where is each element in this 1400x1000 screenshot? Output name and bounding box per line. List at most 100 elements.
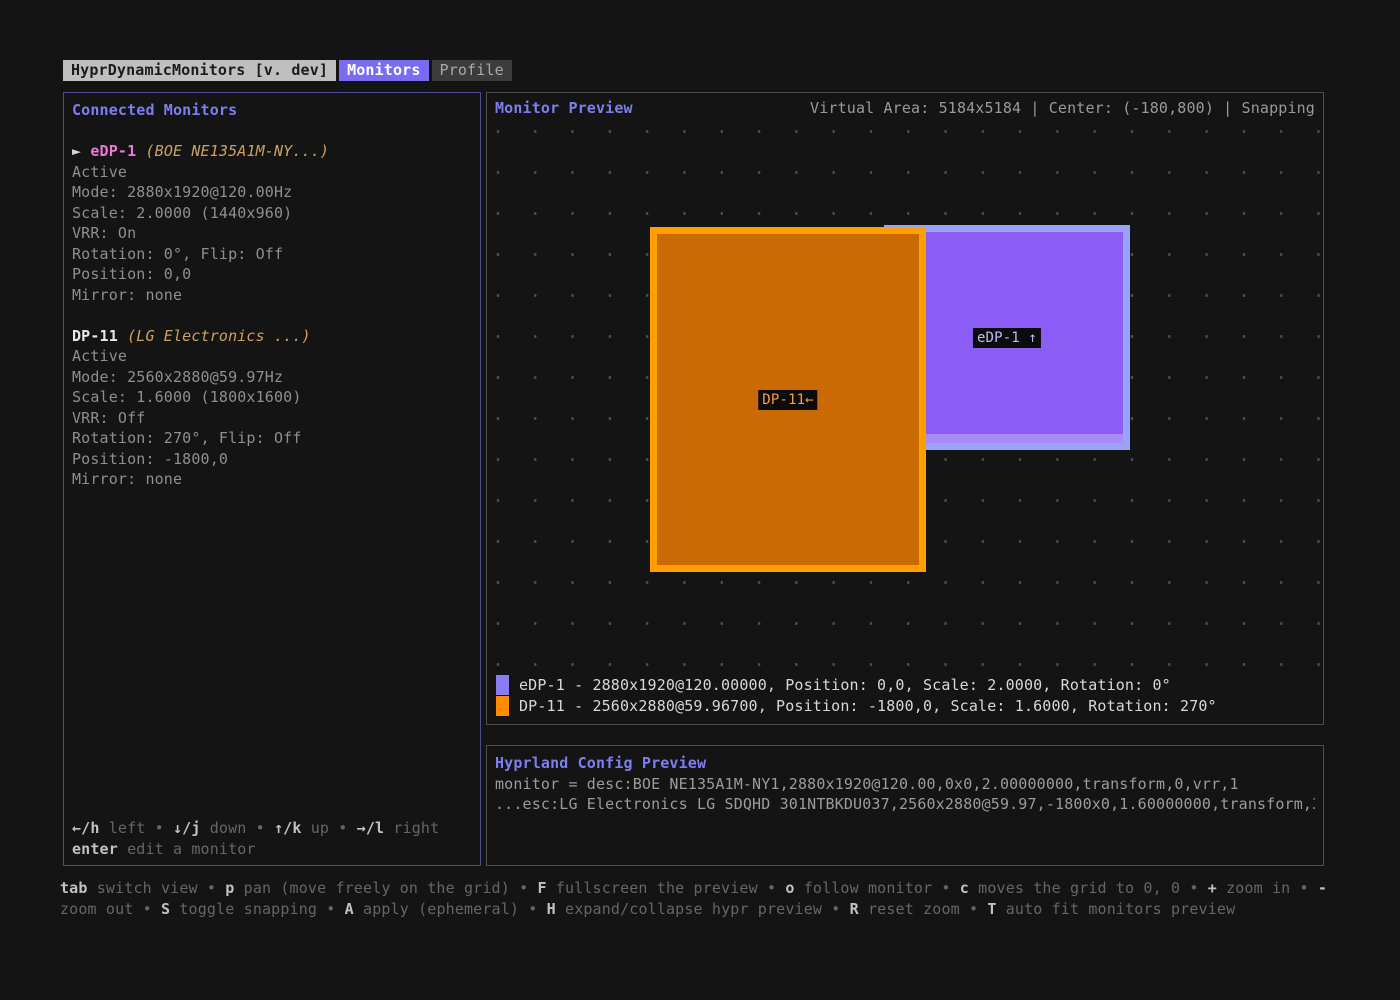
monitor-list-item-dp-11[interactable]: DP-11 (LG Electronics ...)ActiveMode: 25… — [72, 326, 472, 490]
monitor-rect-edp-1-label: eDP-1 ↑ — [973, 328, 1041, 348]
preview-title: Monitor Preview — [495, 98, 633, 119]
monitor-detail-line: VRR: On — [72, 223, 472, 244]
help-bar-line-1: tab switch view • p pan (move freely on … — [60, 878, 1356, 899]
config-title: Hyprland Config Preview — [495, 753, 1315, 774]
sidebar-keybind-nav: ←/h left • ↓/j down • ↑/k up • →/l right — [72, 818, 472, 839]
selection-arrow-icon: ► — [72, 142, 90, 160]
help-desc: zoom in — [1217, 879, 1290, 897]
legend-swatch-dp-11 — [496, 696, 509, 716]
monitor-detail-line: Active — [72, 346, 472, 367]
connected-monitors-panel: Connected Monitors ► eDP-1 (BOE NE135A1M… — [63, 92, 481, 866]
tab-monitors[interactable]: Monitors — [339, 60, 428, 81]
help-desc: auto fit monitors preview — [997, 900, 1236, 918]
spacer — [72, 121, 472, 142]
help-key: T — [987, 900, 996, 918]
config-line: monitor = desc:BOE NE135A1M-NY1,2880x192… — [495, 774, 1315, 795]
monitor-detail-line: Position: -1800,0 — [72, 449, 472, 470]
help-key: enter — [72, 840, 118, 858]
legend-swatch-edp-1 — [496, 675, 509, 695]
help-separator: • — [822, 900, 850, 918]
help-key: ←/h — [72, 819, 100, 837]
preview-status: Virtual Area: 5184x5184 | Center: (-180,… — [810, 98, 1315, 119]
sidebar-keybind-enter: enter edit a monitor — [72, 839, 472, 860]
monitor-detail-line: Mode: 2880x1920@120.00Hz — [72, 182, 472, 203]
monitor-heading: ► eDP-1 (BOE NE135A1M-NY...) — [72, 141, 472, 162]
monitor-description: (LG Electronics ...) — [118, 327, 311, 345]
monitor-detail-line: Scale: 1.6000 (1800x1600) — [72, 387, 472, 408]
help-desc: switch view — [88, 879, 198, 897]
help-separator: • — [133, 900, 161, 918]
help-bar-line-2: zoom out • S toggle snapping • A apply (… — [60, 899, 1356, 920]
help-separator: • — [932, 879, 960, 897]
monitor-detail-line: Active — [72, 162, 472, 183]
help-separator: • — [317, 900, 345, 918]
monitor-detail-line: Mirror: none — [72, 285, 472, 306]
hyprland-config-panel: Hyprland Config Preview monitor = desc:B… — [486, 745, 1324, 866]
help-key: H — [547, 900, 556, 918]
help-key: S — [161, 900, 170, 918]
legend-text: DP-11 - 2560x2880@59.96700, Position: -1… — [519, 697, 1217, 715]
tab-profile[interactable]: Profile — [432, 60, 512, 81]
monitor-detail-line: Position: 0,0 — [72, 264, 472, 285]
help-key: ↑/k — [274, 819, 302, 837]
help-separator: • — [960, 900, 988, 918]
sidebar-footer: ←/h left • ↓/j down • ↑/k up • →/l right… — [72, 818, 472, 859]
help-desc: expand/collapse hypr preview — [556, 900, 822, 918]
help-desc: up — [302, 819, 330, 837]
help-separator: • — [519, 900, 547, 918]
help-key: ↓/j — [173, 819, 201, 837]
help-key: tab — [60, 879, 88, 897]
help-separator: • — [246, 819, 274, 837]
legend-row-edp-1: eDP-1 - 2880x1920@120.00000, Position: 0… — [496, 674, 1217, 695]
monitor-rect-dp-11-label: DP-11← — [758, 390, 817, 410]
help-separator: • — [1290, 879, 1318, 897]
tab-bar: HyprDynamicMonitors [v. dev] Monitors Pr… — [63, 60, 512, 81]
help-key: - — [1318, 879, 1327, 897]
config-line: ...esc:LG Electronics LG SDQHD 301NTBKDU… — [495, 794, 1315, 815]
monitor-detail-line: VRR: Off — [72, 408, 472, 429]
help-desc: reset zoom — [859, 900, 960, 918]
help-separator: • — [145, 819, 173, 837]
monitor-detail-line: Rotation: 0°, Flip: Off — [72, 244, 472, 265]
monitor-heading: DP-11 (LG Electronics ...) — [72, 326, 472, 347]
help-desc: follow monitor — [795, 879, 933, 897]
help-separator: • — [198, 879, 226, 897]
monitor-preview-panel: Monitor Preview Virtual Area: 5184x5184 … — [486, 92, 1324, 725]
help-key: R — [850, 900, 859, 918]
monitor-list-item-edp-1[interactable]: ► eDP-1 (BOE NE135A1M-NY...)ActiveMode: … — [72, 141, 472, 305]
help-desc: fullscreen the preview — [547, 879, 758, 897]
help-separator: • — [329, 819, 357, 837]
help-desc: right — [384, 819, 439, 837]
help-separator: • — [758, 879, 786, 897]
monitor-description: (BOE NE135A1M-NY...) — [136, 142, 329, 160]
help-key: c — [960, 879, 969, 897]
monitor-detail-line: Mode: 2560x2880@59.97Hz — [72, 367, 472, 388]
help-separator: • — [510, 879, 538, 897]
help-key: F — [537, 879, 546, 897]
help-key: o — [785, 879, 794, 897]
help-desc: down — [201, 819, 247, 837]
sidebar-title: Connected Monitors — [72, 100, 472, 121]
monitor-detail-line: Mirror: none — [72, 469, 472, 490]
help-desc: apply (ephemeral) — [354, 900, 519, 918]
monitor-name: eDP-1 — [90, 142, 136, 160]
legend-row-dp-11: DP-11 - 2560x2880@59.96700, Position: -1… — [496, 695, 1217, 716]
help-separator: • — [1180, 879, 1208, 897]
help-desc: zoom out — [60, 900, 133, 918]
monitor-list: ► eDP-1 (BOE NE135A1M-NY...)ActiveMode: … — [72, 141, 472, 490]
help-key: →/l — [357, 819, 385, 837]
help-bar: tab switch view • p pan (move freely on … — [60, 878, 1356, 920]
spacer — [72, 305, 472, 326]
monitor-detail-line: Rotation: 270°, Flip: Off — [72, 428, 472, 449]
help-desc: toggle snapping — [170, 900, 317, 918]
help-desc: pan (move freely on the grid) — [234, 879, 509, 897]
monitor-name: DP-11 — [72, 327, 118, 345]
help-desc: moves the grid to 0, 0 — [969, 879, 1180, 897]
help-key: A — [345, 900, 354, 918]
preview-legend: eDP-1 - 2880x1920@120.00000, Position: 0… — [496, 674, 1217, 716]
preview-header: Monitor Preview Virtual Area: 5184x5184 … — [487, 93, 1323, 119]
legend-text: eDP-1 - 2880x1920@120.00000, Position: 0… — [519, 676, 1171, 694]
monitor-detail-line: Scale: 2.0000 (1440x960) — [72, 203, 472, 224]
monitor-rect-dp-11[interactable]: DP-11← — [650, 227, 926, 572]
app-title: HyprDynamicMonitors [v. dev] — [63, 60, 336, 81]
